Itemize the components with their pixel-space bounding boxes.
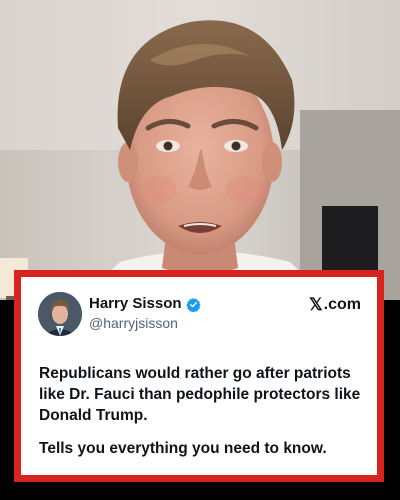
avatar xyxy=(38,292,82,336)
tweet-card: Harry Sisson @harryjsisson 𝕏 .com Republ… xyxy=(21,277,377,475)
tweet-body: Republicans would rather go after patrio… xyxy=(39,363,361,471)
author-block: Harry Sisson @harryjsisson xyxy=(89,295,201,332)
verified-badge-icon xyxy=(185,297,201,313)
user-handle: @harryjsisson xyxy=(89,315,178,331)
source-domain: .com xyxy=(323,296,361,313)
avatar-image xyxy=(38,292,82,336)
tweet-card-frame: Harry Sisson @harryjsisson 𝕏 .com Republ… xyxy=(14,270,384,482)
tweet-paragraph-1: Republicans would rather go after patrio… xyxy=(39,365,361,424)
source-label: 𝕏 .com xyxy=(309,295,361,315)
name-row: Harry Sisson xyxy=(89,295,201,313)
display-name: Harry Sisson xyxy=(89,295,182,312)
x-logo-icon: 𝕏 xyxy=(308,295,323,314)
tweet-paragraph-2: Tells you everything you need to know. xyxy=(39,440,327,457)
